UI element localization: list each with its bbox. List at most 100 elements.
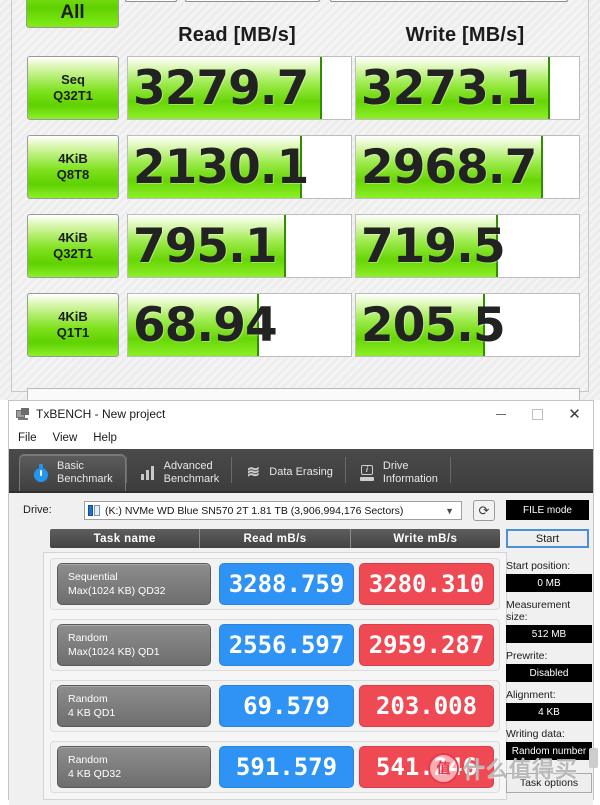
window-title: TxBENCH - New project	[36, 407, 166, 421]
application-icon	[16, 407, 30, 421]
cdm-write-cell: 719.5	[355, 214, 580, 278]
cdm-column-headers: Read [MB/s] Write [MB/s]	[0, 24, 600, 52]
cdm-read-cell: 2130.1	[127, 135, 352, 199]
cdm-write-cell: 205.5	[355, 293, 580, 357]
window-controls: ✕	[482, 401, 593, 427]
drive-label: Drive:	[23, 504, 52, 516]
cdm-row-label: Seq Q32T1	[27, 56, 119, 120]
cdm-cutoff-dropdown-2	[185, 0, 320, 2]
drive-select[interactable]: (K:) NVMe WD Blue SN570 2T 1.81 TB (3,90…	[84, 501, 462, 520]
minimize-icon[interactable]	[482, 401, 519, 427]
crystaldiskmark-window: All Read [MB/s] Write [MB/s] Seq Q32T1 327…	[0, 0, 600, 400]
cdm-read-cell: 795.1	[127, 214, 352, 278]
tab-drive-information[interactable]: DriveInformation	[346, 454, 450, 491]
setting-label: Measurement size:	[506, 599, 571, 623]
cdm-row-label: 4KiB Q1T1	[27, 293, 119, 357]
write-value-cell: 203.008	[359, 685, 494, 727]
settings-sidebar: Start position: 0 MB Measurement size: 512 …	[506, 553, 592, 793]
close-icon[interactable]: ✕	[556, 401, 593, 427]
cdm-read-value: 2130.1	[133, 139, 309, 195]
cdm-read-value: 68.94	[133, 297, 278, 353]
read-value-cell: 69.579	[219, 685, 354, 727]
scrollbar-thumb[interactable]	[589, 748, 598, 768]
task-name-cell: Random Max(1024 KB) QD1	[57, 624, 211, 666]
setting-value[interactable]: Random number	[506, 742, 592, 760]
task-name-cell: Sequential Max(1024 KB) QD32	[57, 563, 211, 605]
cdm-write-value: 719.5	[361, 218, 506, 274]
start-button[interactable]: Start	[506, 529, 589, 548]
cdm-read-cell: 3279.7	[127, 56, 352, 120]
txbench-body: Drive: (K:) NVMe WD Blue SN570 2T 1.81 T…	[9, 493, 593, 805]
task-name-cell: Random 4 KB QD32	[57, 746, 211, 788]
txbench-title-bar: TxBENCH - New project ✕	[9, 401, 593, 428]
setting-value[interactable]: 512 MB	[506, 625, 592, 643]
cdm-write-value: 2968.7	[361, 139, 537, 195]
cdm-write-value: 3273.1	[361, 60, 537, 116]
stopwatch-icon	[32, 464, 50, 482]
cdm-read-value: 3279.7	[133, 60, 309, 116]
drive-select-value: (K:) NVMe WD Blue SN570 2T 1.81 TB (3,90…	[105, 504, 404, 517]
table-row[interactable]: Random Max(1024 KB) QD1 2556.597 2959.287	[50, 619, 500, 671]
cdm-write-cell: 2968.7	[355, 135, 580, 199]
drive-selector-row: Drive: (K:) NVMe WD Blue SN570 2T 1.81 T…	[9, 500, 595, 521]
cdm-row-label: 4KiB Q8T8	[27, 135, 119, 199]
tab-divider-4	[449, 457, 451, 483]
results-table-header: Task name Read mB/s Write mB/s	[50, 529, 500, 548]
setting-label: Writing data:	[506, 728, 565, 740]
tab-data-erasing-label: Data Erasing	[269, 466, 333, 479]
column-header-read: Read mB/s	[200, 529, 351, 548]
cdm-header-write: Write [MB/s]	[405, 24, 525, 46]
column-header-task-name: Task name	[50, 529, 201, 548]
read-value-cell: 3288.759	[219, 563, 354, 605]
setting-label: Alignment:	[506, 689, 556, 701]
tab-data-erasing[interactable]: ≋ Data Erasing	[232, 454, 345, 491]
chevron-down-icon: ▼	[445, 506, 454, 516]
setting-value[interactable]: 0 MB	[506, 574, 592, 592]
disk-drive-icon	[88, 505, 101, 516]
tab-drive-information-label: Drive Information	[382, 459, 438, 485]
maximize-icon[interactable]	[519, 401, 556, 427]
read-value-cell: 591.579	[219, 746, 354, 788]
setting-label: Start position:	[506, 560, 571, 572]
menu-item-file[interactable]: File	[18, 432, 37, 444]
menu-bar: File View Help	[9, 428, 593, 449]
cdm-bottom-panel	[27, 388, 580, 400]
cdm-cutoff-dropdown-1	[125, 0, 177, 2]
txbench-window: TxBENCH - New project ✕ File View Help B…	[8, 400, 594, 805]
results-panel: Sequential Max(1024 KB) QD32 3288.759 3280.…	[43, 552, 507, 800]
tab-advanced-benchmark[interactable]: Advanced Benchmark	[127, 454, 232, 491]
cdm-row-label: 4KiB Q32T1	[27, 214, 119, 278]
write-value-cell: 541.246	[359, 746, 494, 788]
tab-basic-benchmark[interactable]: Basic Benchmark	[19, 454, 126, 491]
setting-label: Prewrite:	[506, 650, 548, 662]
setting-value[interactable]: 4 KB	[506, 703, 592, 721]
drive-info-icon	[358, 464, 376, 482]
file-mode-button[interactable]: FILE mode	[506, 500, 589, 520]
bar-chart-icon	[139, 464, 157, 482]
cdm-write-value: 205.5	[361, 297, 506, 353]
table-row[interactable]: Sequential Max(1024 KB) QD32 3288.759 3280.…	[50, 558, 500, 610]
tab-basic-benchmark-label: Basic Benchmark	[57, 460, 113, 485]
write-value-cell: 3280.310	[359, 563, 494, 605]
write-value-cell: 2959.287	[359, 624, 494, 666]
table-row[interactable]: Random 4 KB QD1 69.579 203.008	[50, 680, 500, 732]
cdm-write-cell: 3273.1	[355, 56, 580, 120]
column-header-write: Write mB/s	[393, 532, 458, 545]
task-options-button[interactable]: Task options	[506, 773, 592, 793]
cdm-header-read: Read [MB/s]	[178, 24, 296, 46]
screenshot-root: All Read [MB/s] Write [MB/s] Seq Q32T1 327…	[0, 0, 600, 805]
cdm-cutoff-dropdown-3	[330, 0, 568, 2]
menu-item-view[interactable]: View	[53, 432, 78, 444]
task-name-cell: Random 4 KB QD1	[57, 685, 211, 727]
settings-fields: Start position: 0 MB Measurement size: 512 …	[506, 560, 592, 760]
setting-value[interactable]: Disabled	[506, 664, 592, 682]
refresh-icon[interactable]: ⟳	[473, 500, 495, 521]
menu-item-help[interactable]: Help	[93, 432, 117, 444]
tab-advanced-benchmark-label: Advanced Benchmark	[163, 459, 220, 485]
read-value-cell: 2556.597	[219, 624, 354, 666]
cdm-read-value: 795.1	[133, 218, 278, 274]
tab-bar: Basic Benchmark Advanced Benchmark ≋ Data …	[9, 449, 593, 493]
erase-icon: ≋	[246, 463, 260, 481]
table-row[interactable]: Random 4 KB QD32 591.579 541.246	[50, 741, 500, 793]
cdm-read-cell: 68.94	[127, 293, 352, 357]
